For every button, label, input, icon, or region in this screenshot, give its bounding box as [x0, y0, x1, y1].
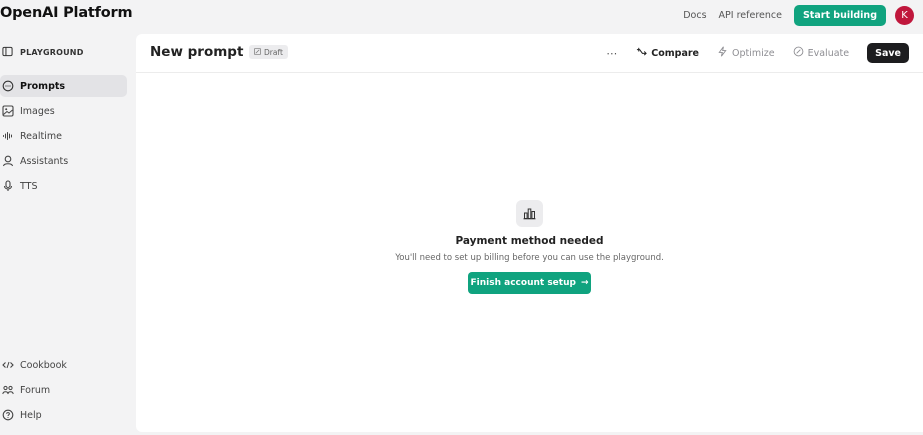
more-options-icon[interactable]: ⋯: [606, 47, 618, 60]
finish-account-setup-label: Finish account setup: [470, 278, 576, 288]
main-panel: New prompt Draft ⋯ Compare Optimize Eval…: [136, 34, 923, 432]
arrow-right-icon: →: [580, 278, 589, 288]
lightning-icon: [717, 46, 728, 60]
sidebar-item-label: TTS: [20, 180, 38, 192]
compare-label: Compare: [651, 47, 699, 59]
assistant-icon: [2, 155, 14, 167]
sidebar-item-forum[interactable]: Forum: [0, 379, 127, 401]
chat-bubble-icon: [2, 80, 14, 92]
compare-icon: [636, 46, 648, 60]
sidebar-item-assistants[interactable]: Assistants: [0, 150, 127, 172]
edit-icon: [254, 47, 261, 57]
sidebar-section-label: PLAYGROUND: [20, 48, 84, 57]
sidebar-item-cookbook[interactable]: Cookbook: [0, 354, 127, 376]
sidebar-item-label: Cookbook: [20, 359, 67, 371]
api-reference-link[interactable]: API reference: [719, 10, 782, 21]
image-icon: [2, 105, 14, 117]
sidebar-panel-icon: [2, 46, 13, 59]
brand-logo[interactable]: OpenAI Platform: [0, 5, 133, 21]
sidebar-item-label: Realtime: [20, 130, 62, 142]
sidebar-item-label: Prompts: [20, 80, 66, 92]
optimize-button[interactable]: Optimize: [717, 46, 775, 60]
prompt-title-selector[interactable]: New prompt: [150, 44, 256, 60]
save-button[interactable]: Save: [867, 43, 909, 63]
sidebar-item-label: Forum: [20, 384, 51, 396]
top-right-nav: Docs API reference Start building K: [683, 4, 914, 26]
optimize-label: Optimize: [732, 47, 775, 59]
sidebar: PLAYGROUND Prompts Images Realtime Assis…: [0, 40, 130, 435]
header-actions: ⋯ Compare Optimize Evaluate Save: [606, 43, 909, 63]
sidebar-item-images[interactable]: Images: [0, 100, 127, 122]
code-icon: [2, 359, 14, 371]
prompt-header: New prompt Draft ⋯ Compare Optimize Eval…: [136, 34, 923, 73]
finish-account-setup-button[interactable]: Finish account setup →: [468, 272, 591, 294]
bar-chart-icon: [516, 200, 543, 227]
evaluate-label: Evaluate: [807, 47, 850, 59]
help-icon: [2, 409, 14, 421]
sidebar-item-label: Help: [20, 409, 42, 421]
sidebar-item-prompts[interactable]: Prompts: [0, 75, 127, 97]
microphone-icon: [2, 180, 14, 192]
sidebar-item-label: Images: [20, 105, 55, 117]
sidebar-item-realtime[interactable]: Realtime: [0, 125, 127, 147]
start-building-button[interactable]: Start building: [793, 4, 886, 26]
top-bar: OpenAI Platform Docs API reference Start…: [0, 0, 923, 32]
people-icon: [2, 384, 14, 396]
docs-link[interactable]: Docs: [683, 10, 706, 21]
empty-state-title: Payment method needed: [455, 235, 604, 247]
draft-badge: Draft: [249, 45, 288, 59]
empty-state-description: You'll need to set up billing before you…: [395, 253, 664, 263]
avatar[interactable]: K: [895, 5, 914, 25]
evaluate-button[interactable]: Evaluate: [793, 46, 850, 60]
empty-state: Payment method needed You'll need to set…: [136, 200, 923, 294]
sidebar-item-tts[interactable]: TTS: [0, 175, 127, 197]
sidebar-item-label: Assistants: [20, 155, 69, 167]
sidebar-item-help[interactable]: Help: [0, 404, 127, 426]
waveform-icon: [2, 130, 14, 142]
compare-button[interactable]: Compare: [636, 46, 699, 60]
draft-badge-label: Draft: [264, 47, 283, 57]
evaluate-icon: [793, 46, 804, 60]
page-title: New prompt: [150, 44, 244, 60]
sidebar-section-playground[interactable]: PLAYGROUND: [2, 46, 84, 59]
